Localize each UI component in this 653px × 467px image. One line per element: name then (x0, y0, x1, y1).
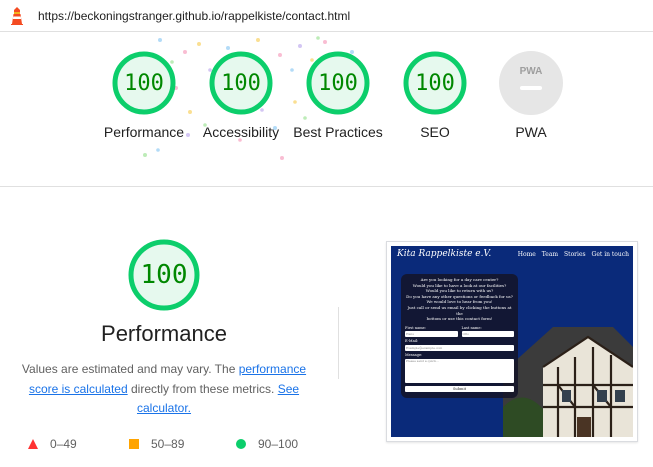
performance-big-gauge: 100 (128, 239, 200, 311)
legend-fail-range: 0–49 (50, 437, 77, 451)
desc-text-2: directly from these metrics. (127, 381, 278, 396)
score-pwa[interactable]: PWA PWA (483, 50, 579, 142)
pwa-badge-icon: PWA (499, 51, 563, 115)
final-screenshot[interactable]: Kita Rappelkiste e.V. Home Team Stories … (386, 241, 638, 442)
vertical-separator (338, 307, 339, 379)
accessibility-label: Accessibility (202, 124, 280, 140)
timber-house-image (503, 327, 633, 437)
email-col: E-Mail: Example@example.com (405, 339, 514, 351)
score-accessibility[interactable]: 100 Accessibility (193, 50, 289, 142)
score-best-practices[interactable]: 100 Best Practices (290, 50, 386, 142)
email-field: Example@example.com (405, 344, 514, 351)
last-name-field: Otto (461, 331, 514, 338)
url-bar: https://beckoningstranger.github.io/rapp… (0, 0, 653, 32)
first-name-col: First name: Hans (405, 326, 458, 338)
accessibility-score-value: 100 (221, 71, 261, 96)
performance-label: Performance (103, 124, 185, 140)
contact-intro: Are you looking for a day care center? W… (405, 277, 514, 322)
performance-gauge: 100 (112, 51, 176, 115)
score-performance[interactable]: 100 Performance (96, 50, 192, 142)
seo-gauge: 100 (403, 51, 467, 115)
message-field: Please send a quick... (405, 358, 514, 383)
legend-pass-range: 90–100 (258, 437, 299, 451)
legend-pass: 90–100 (236, 437, 298, 451)
section-divider (0, 186, 653, 187)
performance-big-score: 100 (141, 260, 188, 290)
site-nav: Home Team Stories Get in touch (514, 251, 629, 258)
lighthouse-icon (11, 7, 23, 25)
name-row: First name: Hans Last name: Otto (405, 326, 514, 338)
message-col: Message: Please send a quick... (405, 353, 514, 383)
performance-description: Values are estimated and may vary. The p… (16, 360, 312, 419)
seo-label: SEO (420, 124, 450, 140)
best-practices-gauge: 100 (306, 51, 370, 115)
site-nav-contact: Get in touch (591, 251, 629, 258)
intro-line: Are you looking for a day care center? (420, 277, 499, 282)
legend-fail: 0–49 (28, 437, 77, 451)
first-name-field: Hans (405, 331, 458, 338)
best-practices-score-value: 100 (318, 71, 358, 96)
message-label: Message: (405, 352, 423, 357)
seo-score-value: 100 (415, 71, 455, 96)
site-nav-home: Home (517, 251, 536, 258)
performance-title: Performance (101, 321, 227, 346)
performance-score-value: 100 (124, 71, 164, 96)
intro-line: Just call or send us email by clicking t… (407, 304, 512, 316)
last-name-col: Last name: Otto (461, 326, 514, 338)
legend-average: 50–89 (129, 437, 184, 451)
pwa-badge-text: PWA (520, 66, 543, 77)
intro-line: bottom or use this contact form! (426, 316, 493, 322)
contact-form-card: Are you looking for a day care center? W… (401, 274, 518, 398)
triangle-icon (28, 439, 38, 449)
screenshot-page: Kita Rappelkiste e.V. Home Team Stories … (391, 246, 633, 437)
pwa-label: PWA (515, 124, 547, 140)
site-title: Kita Rappelkiste e.V. (397, 249, 492, 259)
submit-button: Submit (405, 385, 514, 392)
site-nav-stories: Stories (564, 251, 586, 258)
site-nav-team: Team (541, 251, 559, 258)
best-practices-label: Best Practices (293, 124, 383, 140)
desc-text-1: Values are estimated and may vary. The (21, 362, 239, 376)
square-icon (129, 439, 139, 449)
accessibility-gauge: 100 (209, 51, 273, 115)
circle-icon (236, 439, 246, 449)
page-url[interactable]: https://beckoningstranger.github.io/rapp… (38, 9, 350, 23)
score-seo[interactable]: 100 SEO (387, 50, 483, 142)
legend-average-range: 50–89 (151, 437, 185, 451)
